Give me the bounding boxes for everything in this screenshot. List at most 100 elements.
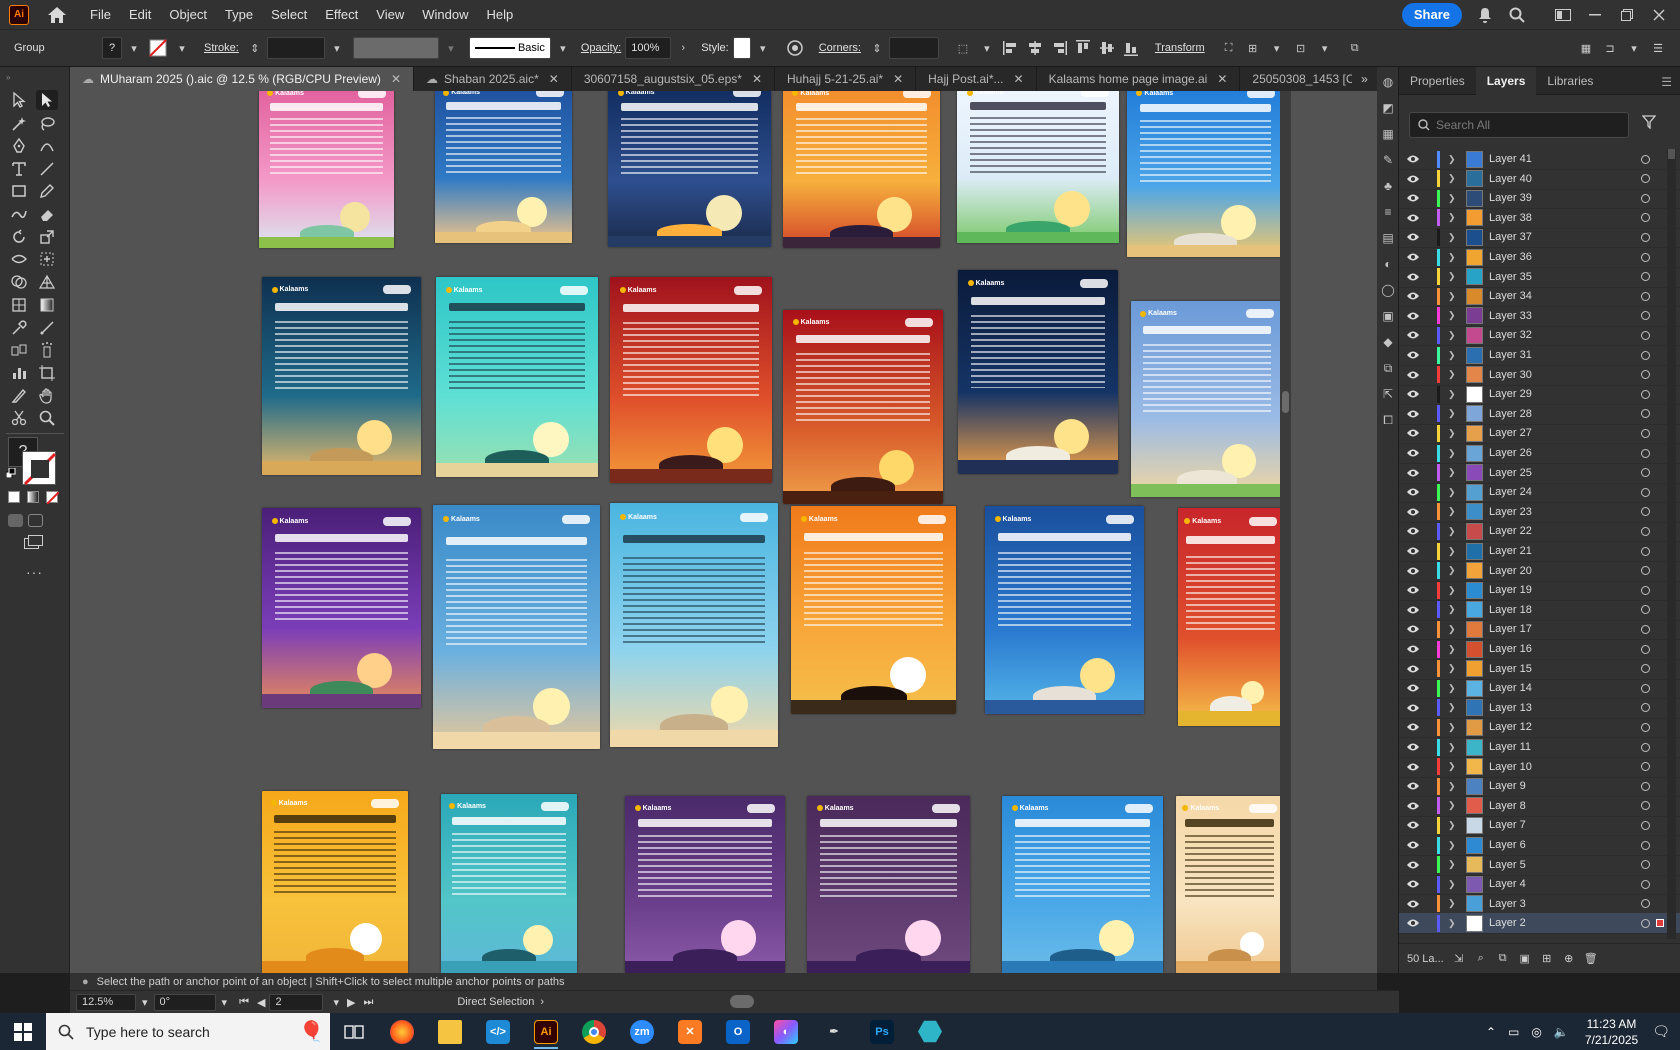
target-circle-icon[interactable] bbox=[1641, 644, 1650, 654]
stroke-swatch[interactable] bbox=[148, 38, 168, 58]
chrome-icon[interactable] bbox=[570, 1013, 618, 1050]
expand-arrow-icon[interactable]: ❯ bbox=[1448, 683, 1460, 694]
selection-indicator[interactable] bbox=[1656, 331, 1664, 339]
layer-row[interactable]: ❯ Layer 41 bbox=[1399, 149, 1680, 170]
expand-arrow-icon[interactable]: ❯ bbox=[1448, 624, 1460, 635]
vertical-scrollbar-track[interactable] bbox=[1280, 91, 1291, 973]
layer-name[interactable]: Layer 18 bbox=[1489, 604, 1641, 616]
artboard-thumbnail[interactable]: Kalaams bbox=[1176, 796, 1283, 973]
artboard-thumbnail[interactable]: Kalaams bbox=[791, 506, 956, 714]
layer-name[interactable]: Layer 38 bbox=[1489, 212, 1641, 224]
expand-arrow-icon[interactable]: ❯ bbox=[1448, 212, 1460, 223]
layer-name[interactable]: Layer 39 bbox=[1489, 192, 1641, 204]
target-circle-icon[interactable] bbox=[1641, 350, 1650, 360]
none-mode-icon[interactable] bbox=[46, 491, 60, 505]
eraser-tool-icon[interactable] bbox=[36, 204, 58, 224]
layer-name[interactable]: Layer 13 bbox=[1489, 702, 1641, 714]
bell-icon[interactable] bbox=[1474, 4, 1496, 26]
layer-row[interactable]: ❯ Layer 31 bbox=[1399, 345, 1680, 366]
layer-row[interactable]: ❯ Layer 27 bbox=[1399, 423, 1680, 445]
vscode-icon[interactable]: </> bbox=[474, 1013, 522, 1050]
target-circle-icon[interactable] bbox=[1641, 213, 1650, 223]
expand-arrow-icon[interactable]: ❯ bbox=[1448, 879, 1460, 890]
panel-toggle-icon[interactable]: ⊐ bbox=[1600, 38, 1620, 58]
shape-builder-tool-icon[interactable] bbox=[8, 272, 30, 292]
volume-icon[interactable]: 🔈 bbox=[1554, 1025, 1569, 1039]
color-panel-icon[interactable]: ◍ bbox=[1378, 71, 1398, 93]
layer-name[interactable]: Layer 11 bbox=[1489, 741, 1641, 753]
layer-name[interactable]: Layer 2 bbox=[1489, 917, 1641, 929]
visibility-eye-icon[interactable] bbox=[1403, 546, 1423, 556]
envelope-distort-icon[interactable]: ⊡ bbox=[1291, 38, 1311, 58]
chevron-down-icon[interactable]: ▾ bbox=[753, 38, 773, 58]
chevron-down-icon[interactable]: ▾ bbox=[441, 38, 461, 58]
document-tab[interactable]: ☁ MUharam 2025 ().aic @ 12.5 % (RGB/CPU P… bbox=[70, 67, 414, 91]
layer-name[interactable]: Layer 41 bbox=[1489, 153, 1641, 165]
taskbar-search-box[interactable]: Type here to search 🎈 bbox=[46, 1013, 330, 1050]
align-center-icon[interactable] bbox=[1025, 38, 1045, 58]
corners-label[interactable]: Corners: bbox=[819, 42, 861, 54]
layer-row[interactable]: ❯ Layer 38 bbox=[1399, 208, 1680, 229]
layer-name[interactable]: Layer 34 bbox=[1489, 290, 1641, 302]
expand-arrow-icon[interactable]: ❯ bbox=[1448, 761, 1460, 772]
target-circle-icon[interactable] bbox=[1641, 154, 1650, 164]
locate-object-icon[interactable]: ⌕ bbox=[1474, 952, 1488, 966]
layer-name[interactable]: Layer 26 bbox=[1489, 447, 1641, 459]
target-circle-icon[interactable] bbox=[1641, 840, 1650, 850]
target-circle-icon[interactable] bbox=[1641, 742, 1650, 752]
tab-layers[interactable]: Layers bbox=[1475, 66, 1537, 95]
layer-row[interactable]: ❯ Layer 9 bbox=[1399, 776, 1680, 798]
selection-indicator[interactable] bbox=[1656, 645, 1664, 653]
layer-row[interactable]: ❯ Layer 35 bbox=[1399, 267, 1680, 288]
document-tab[interactable]: ☁ Shaban 2025.aic* ✕ bbox=[414, 67, 572, 91]
expand-arrow-icon[interactable]: ❯ bbox=[1448, 154, 1460, 165]
expand-arrow-icon[interactable]: ❯ bbox=[1448, 604, 1460, 615]
layer-name[interactable]: Layer 36 bbox=[1489, 251, 1641, 263]
selection-indicator[interactable] bbox=[1656, 449, 1664, 457]
visibility-eye-icon[interactable] bbox=[1403, 860, 1423, 870]
workspace-switcher-icon[interactable] bbox=[1552, 4, 1574, 26]
stepper-icon[interactable]: ⇕ bbox=[867, 38, 887, 58]
selection-indicator[interactable] bbox=[1656, 429, 1664, 437]
zoom-input[interactable]: 12.5% bbox=[76, 993, 136, 1011]
selection-indicator[interactable] bbox=[1656, 233, 1664, 241]
target-circle-icon[interactable] bbox=[1641, 546, 1650, 556]
target-circle-icon[interactable] bbox=[1641, 272, 1650, 282]
visibility-eye-icon[interactable] bbox=[1403, 193, 1423, 203]
menu-effect[interactable]: Effect bbox=[316, 7, 367, 22]
artboard-thumbnail[interactable]: Kalaams bbox=[610, 503, 778, 747]
corner-radius-input[interactable] bbox=[888, 37, 939, 59]
visibility-eye-icon[interactable] bbox=[1403, 350, 1423, 360]
visibility-eye-icon[interactable] bbox=[1403, 370, 1423, 380]
selection-indicator[interactable] bbox=[1656, 253, 1664, 261]
layer-name[interactable]: Layer 21 bbox=[1489, 545, 1641, 557]
layer-name[interactable]: Layer 16 bbox=[1489, 643, 1641, 655]
layer-row[interactable]: ❯ Layer 21 bbox=[1399, 541, 1680, 562]
artboard-thumbnail[interactable]: Kalaams bbox=[1002, 796, 1163, 973]
layer-name[interactable]: Layer 37 bbox=[1489, 231, 1641, 243]
artboard-thumbnail[interactable]: Kalaams bbox=[441, 794, 577, 973]
eyedropper-tool-icon[interactable] bbox=[8, 318, 30, 338]
export-icon[interactable]: ⇱ bbox=[1378, 383, 1398, 405]
rotate-view-input[interactable]: 0° bbox=[153, 993, 216, 1011]
selection-indicator[interactable] bbox=[1656, 469, 1664, 477]
stroke-panel-icon[interactable]: ≡ bbox=[1378, 201, 1398, 223]
layer-row[interactable]: ❯ Layer 29 bbox=[1399, 384, 1680, 406]
screen-mode-icon[interactable] bbox=[24, 535, 44, 551]
expand-arrow-icon[interactable]: ❯ bbox=[1448, 663, 1460, 674]
target-circle-icon[interactable] bbox=[1641, 370, 1650, 380]
expand-arrow-icon[interactable]: ❯ bbox=[1448, 526, 1460, 537]
selection-indicator[interactable] bbox=[1656, 900, 1664, 908]
outlook-icon[interactable]: O bbox=[714, 1013, 762, 1050]
delete-layer-icon[interactable]: 🗑 bbox=[1584, 952, 1598, 966]
visibility-eye-icon[interactable] bbox=[1403, 154, 1423, 164]
visibility-eye-icon[interactable] bbox=[1403, 389, 1423, 399]
layer-name[interactable]: Layer 32 bbox=[1489, 329, 1641, 341]
visibility-eye-icon[interactable] bbox=[1403, 526, 1423, 536]
artboard-thumbnail[interactable]: Kalaams bbox=[958, 270, 1118, 474]
graphic-styles-icon[interactable]: ▣ bbox=[1378, 305, 1398, 327]
layer-name[interactable]: Layer 33 bbox=[1489, 310, 1641, 322]
expand-arrow-icon[interactable]: ❯ bbox=[1448, 193, 1460, 204]
visibility-eye-icon[interactable] bbox=[1403, 683, 1423, 693]
expand-arrow-icon[interactable]: ❯ bbox=[1448, 859, 1460, 870]
